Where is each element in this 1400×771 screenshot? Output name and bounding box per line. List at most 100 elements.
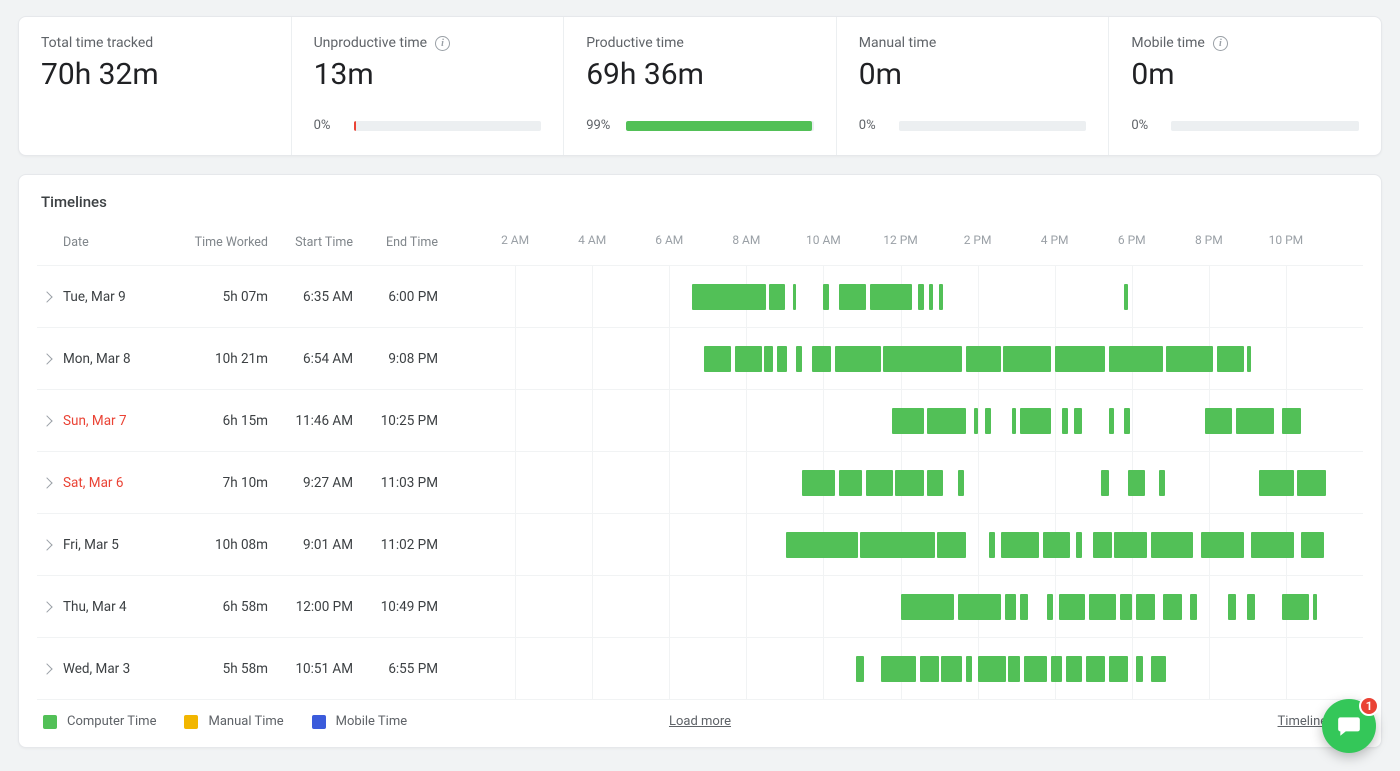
time-segment [1259,470,1294,496]
table-row[interactable]: Thu, Mar 46h 58m12:00 PM10:49 PM [37,576,1363,638]
timeline [438,528,1363,562]
bar-track [626,121,814,131]
time-segment [1020,408,1051,434]
date-cell: Fri, Mar 5 [63,537,183,553]
legend-item: Computer Time [43,714,156,729]
card-pct: 0% [314,118,342,133]
time-segment [985,408,991,434]
end-cell: 6:55 PM [353,661,438,677]
expand-toggle[interactable] [41,479,63,487]
time-segment [937,532,966,558]
info-icon[interactable] [435,36,450,51]
expand-toggle[interactable] [41,293,63,301]
time-segment [835,346,881,372]
hour-label: 4 PM [1041,233,1069,247]
date-cell: Sun, Mar 7 [63,413,183,429]
time-segment [1055,346,1105,372]
legend-swatch [184,715,198,729]
date-cell: Wed, Mar 3 [63,661,183,677]
card-value: 70h 32m [41,57,269,92]
time-segment [1066,656,1081,682]
card-pct: 0% [1131,118,1159,133]
hour-label: 6 AM [655,233,683,247]
chat-icon [1336,713,1362,739]
table-row[interactable]: Fri, Mar 510h 08m9:01 AM11:02 PM [37,514,1363,576]
time-segment [1086,656,1105,682]
card-value: 0m [859,57,1087,92]
start-cell: 12:00 PM [268,599,353,615]
time-segment [1151,656,1166,682]
header-worked: Time Worked [183,235,268,250]
summary-cards: Total time tracked 70h 32m Unproductive ti… [18,16,1382,156]
time-segment [1062,408,1068,434]
time-segment [966,346,1001,372]
expand-toggle[interactable] [41,417,63,425]
expand-toggle[interactable] [41,665,63,673]
date-cell: Mon, Mar 8 [63,351,183,367]
time-segment [1124,408,1130,434]
chevron-right-icon [41,353,52,364]
table-row[interactable]: Sun, Mar 76h 15m11:46 AM10:25 PM [37,390,1363,452]
table-row[interactable]: Mon, Mar 810h 21m6:54 AM9:08 PM [37,328,1363,390]
expand-toggle[interactable] [41,355,63,363]
table-row[interactable]: Wed, Mar 35h 58m10:51 AM6:55 PM [37,638,1363,700]
time-segment [958,470,964,496]
card-title-row: Total time tracked [41,35,269,51]
time-segment [939,284,943,310]
time-segment [802,470,835,496]
time-segment [870,284,912,310]
time-segment [974,408,978,434]
chat-badge: 1 [1359,696,1379,716]
time-segment [1003,346,1051,372]
time-segment [1051,656,1063,682]
time-segment [839,470,862,496]
card-title-row: Manual time [859,35,1087,51]
time-segment [1001,532,1040,558]
chat-button[interactable]: 1 [1322,699,1376,753]
date-cell: Thu, Mar 4 [63,599,183,615]
time-segment [786,532,858,558]
chevron-right-icon [41,601,52,612]
timeline [438,590,1363,624]
card-title: Total time tracked [41,35,153,51]
timeline [438,652,1363,686]
worked-cell: 6h 58m [183,599,268,615]
load-more-link[interactable]: Load more [669,714,731,729]
card-title-row: Unproductive time [314,35,542,51]
time-segment [881,656,916,682]
time-segment [1114,532,1147,558]
time-segment [1136,594,1155,620]
time-segment [1301,532,1324,558]
time-segment [892,408,924,434]
timeline-header-row: Date Time Worked Start Time End Time 2 A… [37,233,1363,266]
end-cell: 10:49 PM [353,599,438,615]
start-cell: 6:35 AM [268,289,353,305]
start-cell: 11:46 AM [268,413,353,429]
hour-label: 8 AM [732,233,760,247]
info-icon[interactable] [1213,36,1228,51]
start-cell: 9:27 AM [268,475,353,491]
time-segment [796,346,802,372]
time-segment [1247,346,1251,372]
time-segment [901,594,955,620]
legend: Computer Time Manual Time Mobile Time [43,714,407,729]
expand-toggle[interactable] [41,603,63,611]
time-segment [1005,594,1017,620]
worked-cell: 7h 10m [183,475,268,491]
hour-headers: 2 AM4 AM6 AM8 AM10 AM12 PM2 PM4 PM6 PM8 … [438,233,1363,251]
end-cell: 6:00 PM [353,289,438,305]
time-segment [918,284,924,310]
table-row[interactable]: Sat, Mar 67h 10m9:27 AM11:03 PM [37,452,1363,514]
legend-item: Mobile Time [312,714,407,729]
time-segment [1024,656,1047,682]
hour-label: 8 PM [1195,233,1223,247]
table-row[interactable]: Tue, Mar 95h 07m6:35 AM6:00 PM [37,266,1363,328]
time-segment [1008,656,1020,682]
time-segment [941,656,962,682]
legend-label: Manual Time [208,714,283,729]
time-segment [839,284,866,310]
expand-toggle[interactable] [41,541,63,549]
time-segment [692,284,766,310]
time-segment [927,470,942,496]
card-value: 13m [314,57,542,92]
